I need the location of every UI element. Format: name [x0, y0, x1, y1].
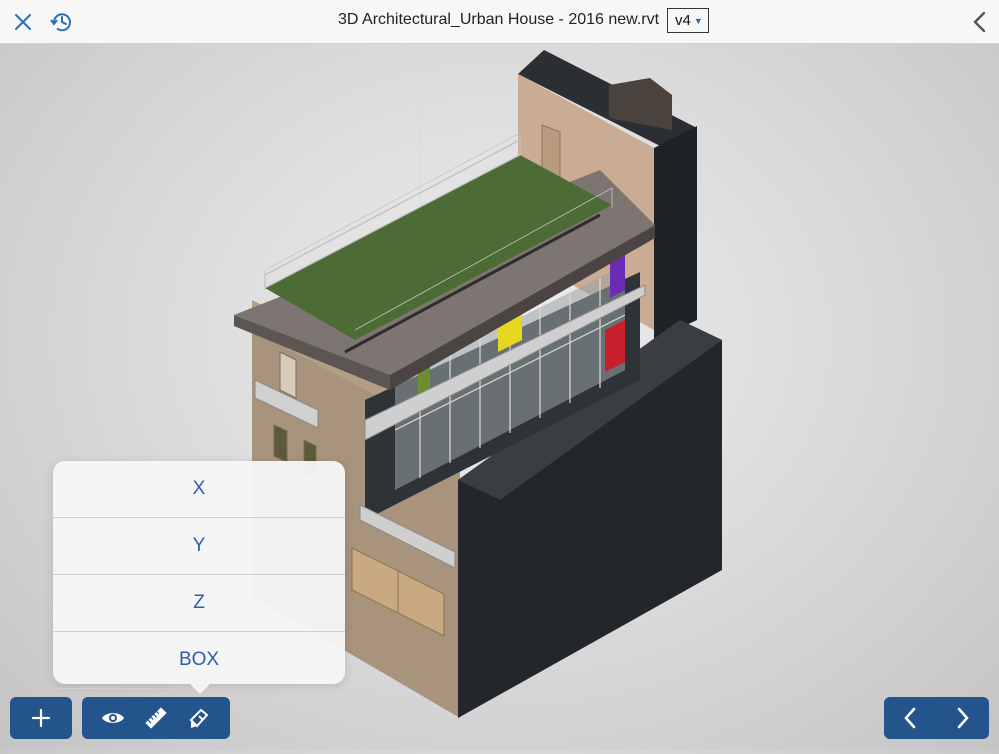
version-label: v4	[675, 12, 691, 29]
document-title: 3D Architectural_Urban House - 2016 new.…	[338, 11, 660, 28]
chevron-right-icon[interactable]	[956, 707, 970, 729]
section-y-option[interactable]: Y	[53, 518, 345, 575]
ruler-icon[interactable]	[144, 706, 168, 730]
chevron-left-icon[interactable]	[966, 8, 994, 36]
eye-icon[interactable]	[101, 710, 125, 726]
tools-group	[82, 697, 230, 739]
section-popover: X Y Z BOX	[53, 461, 345, 694]
history-icon[interactable]	[47, 7, 77, 37]
version-select[interactable]: v4 ▼	[667, 8, 709, 33]
section-icon[interactable]	[187, 706, 211, 730]
top-bar: 3D Architectural_Urban House - 2016 new.…	[0, 0, 999, 44]
section-x-option[interactable]: X	[53, 461, 345, 518]
add-button[interactable]	[10, 697, 72, 739]
chevron-left-icon[interactable]	[903, 707, 917, 729]
popover-arrow	[189, 683, 211, 694]
plus-icon	[31, 708, 51, 728]
close-icon[interactable]	[10, 9, 36, 35]
chevron-down-icon: ▼	[693, 15, 703, 26]
section-z-option[interactable]: Z	[53, 575, 345, 632]
view-nav-group	[884, 697, 989, 739]
section-box-option[interactable]: BOX	[53, 632, 345, 689]
